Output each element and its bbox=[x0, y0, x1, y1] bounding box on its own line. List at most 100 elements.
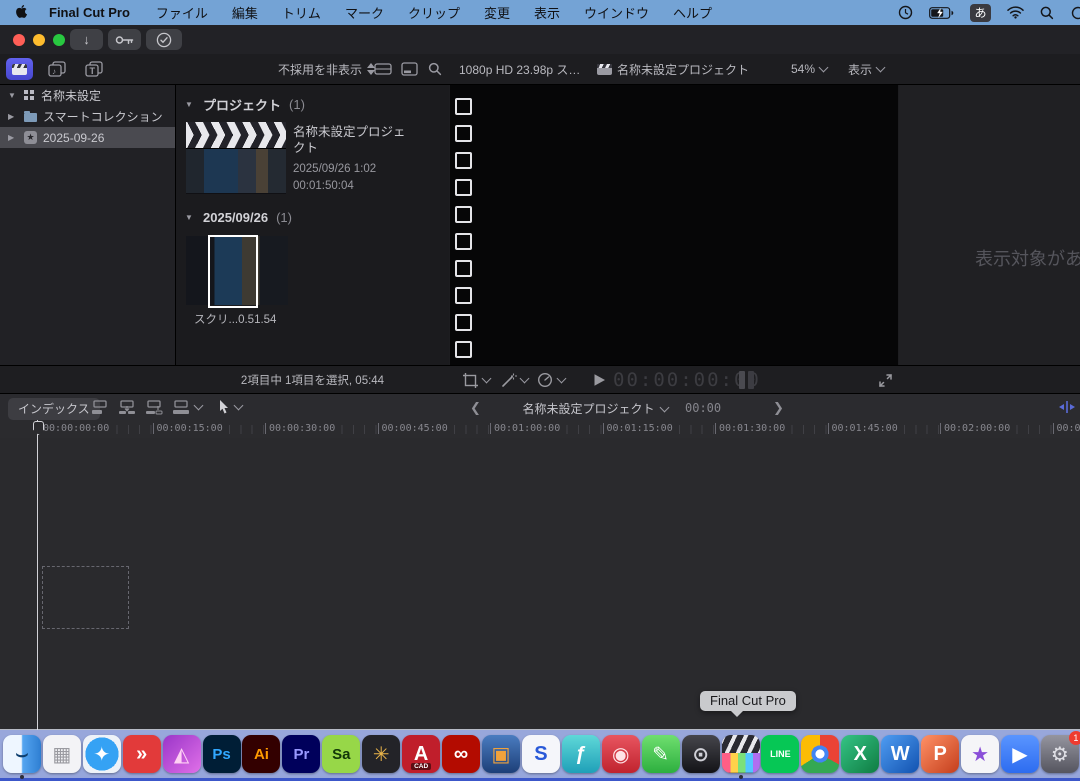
minimize-window-button[interactable] bbox=[33, 34, 45, 46]
input-method-badge[interactable]: あ bbox=[970, 4, 991, 22]
insert-edit-button[interactable] bbox=[117, 399, 137, 415]
dock-slot: ▦ bbox=[43, 732, 81, 776]
event-section-header[interactable]: ▼ 2025/09/26 (1) bbox=[185, 210, 292, 225]
keyword-editor-button[interactable] bbox=[108, 29, 141, 50]
project-name[interactable]: 名称未設定プロジェクト bbox=[293, 125, 411, 156]
disclosure-triangle[interactable]: ▶ bbox=[8, 112, 18, 121]
background-tasks-button[interactable] bbox=[146, 29, 182, 50]
viewer-format-info[interactable]: 1080p HD 23.98p ス… bbox=[459, 54, 580, 84]
zoom-window-button[interactable] bbox=[53, 34, 65, 46]
select-tool-popup[interactable] bbox=[218, 399, 242, 414]
menu-マーク[interactable]: マーク bbox=[345, 3, 384, 22]
clip-name: スクリ...0.51.54 bbox=[194, 311, 276, 327]
timeline-back-button[interactable]: ❮ bbox=[470, 400, 481, 416]
close-window-button[interactable] bbox=[13, 34, 25, 46]
dock-icon-final-cut-pro[interactable] bbox=[722, 735, 760, 773]
dock-icon-affinity-photo[interactable]: ◭ bbox=[163, 735, 201, 773]
show-libraries-sidebar-button[interactable] bbox=[6, 58, 33, 80]
timeline-history-popup[interactable]: 名称未設定プロジェクト bbox=[520, 400, 670, 417]
overwrite-edit-button[interactable] bbox=[171, 399, 202, 415]
dock-icon-premiere-pro[interactable]: Pr bbox=[282, 735, 320, 773]
menu-編集[interactable]: 編集 bbox=[232, 3, 258, 22]
menu-ウインドウ[interactable]: ウインドウ bbox=[584, 3, 649, 22]
dock-icon-finder[interactable]: ⌣ bbox=[3, 735, 41, 773]
dock-slot: Ps bbox=[203, 732, 241, 776]
menu-ヘルプ[interactable]: ヘルプ bbox=[673, 3, 712, 22]
fullscreen-button[interactable] bbox=[878, 366, 893, 394]
connect-edit-button[interactable] bbox=[90, 399, 110, 415]
clock-icon[interactable] bbox=[898, 5, 913, 20]
filter-hide-rejected-popup[interactable]: 不採用を非表示 bbox=[278, 54, 375, 84]
crop-tool-button[interactable] bbox=[462, 366, 490, 394]
dock-icon-excel[interactable]: X bbox=[841, 735, 879, 773]
menu-表示[interactable]: 表示 bbox=[534, 3, 560, 22]
dock-icon-pen-app[interactable]: ✎ bbox=[642, 735, 680, 773]
menu-トリム[interactable]: トリム bbox=[282, 3, 321, 22]
dock-icon-acrobat[interactable]: ∞ bbox=[442, 735, 480, 773]
dock-icon-davinci-resolve[interactable]: ✳ bbox=[362, 735, 400, 773]
show-photos-audio-sidebar-button[interactable]: ♪ bbox=[43, 58, 70, 80]
show-titles-generators-sidebar-button[interactable]: T bbox=[80, 58, 107, 80]
dock-icon-red-chevron-app[interactable]: » bbox=[123, 735, 161, 773]
dock-icon-final-draft[interactable]: ƒ bbox=[562, 735, 600, 773]
list-view-button[interactable] bbox=[401, 54, 418, 84]
dock-icon-autocad[interactable]: ACAD bbox=[402, 735, 440, 773]
clapperboard-icon bbox=[597, 64, 612, 75]
apple-menu-icon[interactable] bbox=[16, 5, 29, 20]
viewer-filmstrip[interactable] bbox=[450, 85, 898, 390]
dock-icon-external-drive[interactable]: ⊙ bbox=[682, 735, 720, 773]
dock-icon-system-settings[interactable]: ⚙1 bbox=[1041, 735, 1079, 773]
viewer-zoom-popup[interactable]: 54% bbox=[791, 54, 827, 84]
append-edit-button[interactable] bbox=[144, 399, 164, 415]
svg-text:♪: ♪ bbox=[52, 67, 56, 76]
play-button[interactable] bbox=[593, 366, 606, 394]
retime-button[interactable] bbox=[537, 366, 565, 394]
timeline-canvas[interactable] bbox=[0, 438, 1080, 730]
dock-icon-photoshop[interactable]: Ps bbox=[203, 735, 241, 773]
index-button[interactable]: インデックス bbox=[8, 398, 100, 420]
menu-変更[interactable]: 変更 bbox=[484, 3, 510, 22]
projects-section-header[interactable]: ▼ プロジェクト (1) bbox=[185, 95, 305, 114]
dock-slot: Ai bbox=[242, 732, 280, 776]
timeline-ruler[interactable]: 00:00:00:0000:00:15:0000:00:30:0000:00:4… bbox=[0, 420, 1080, 438]
enhancements-wand-button[interactable] bbox=[500, 366, 528, 394]
sidebar-item-名称未設定[interactable]: ▼名称未設定 bbox=[0, 85, 175, 106]
dock-icon-shapr3d[interactable]: S bbox=[522, 735, 560, 773]
disclosure-triangle[interactable]: ▼ bbox=[8, 91, 18, 100]
control-center-icon-partial[interactable] bbox=[1070, 6, 1080, 20]
spotlight-search-icon[interactable] bbox=[1040, 6, 1054, 20]
dock-icon-powerpoint[interactable]: P bbox=[921, 735, 959, 773]
sidebar-item-スマートコレクション[interactable]: ▶スマートコレクション bbox=[0, 106, 175, 127]
sidebar-item-2025-09-26[interactable]: ▶★2025-09-26 bbox=[0, 127, 175, 148]
clip-selection-range[interactable] bbox=[208, 235, 258, 308]
clip-thumbnail[interactable] bbox=[186, 236, 288, 305]
dock-slot: ◭ bbox=[163, 732, 201, 776]
playhead[interactable] bbox=[37, 420, 38, 730]
browser-search-button[interactable] bbox=[428, 54, 442, 84]
active-app-name[interactable]: Final Cut Pro bbox=[49, 5, 130, 20]
filmstrip-view-button[interactable] bbox=[374, 54, 392, 84]
project-thumbnail[interactable] bbox=[186, 122, 286, 194]
timeline-forward-button[interactable]: ❯ bbox=[773, 400, 784, 416]
dock-icon-illustrator[interactable]: Ai bbox=[242, 735, 280, 773]
project-duration: 00:01:50:04 bbox=[293, 179, 411, 193]
dock-icon-line[interactable]: LINE bbox=[761, 735, 799, 773]
wifi-icon[interactable] bbox=[1007, 6, 1024, 19]
dock-icon-camera-app[interactable]: ◉ bbox=[602, 735, 640, 773]
battery-icon[interactable] bbox=[929, 7, 954, 19]
disclosure-triangle[interactable]: ▶ bbox=[8, 133, 18, 142]
dock-icon-substance-sampler[interactable]: Sa bbox=[322, 735, 360, 773]
trim-feedback-icon[interactable] bbox=[1056, 400, 1078, 414]
menu-クリップ[interactable]: クリップ bbox=[408, 3, 460, 22]
dock-icon-imovie[interactable]: ★ bbox=[961, 735, 999, 773]
dock-icon-chrome[interactable] bbox=[801, 735, 839, 773]
dock-icon-word[interactable]: W bbox=[881, 735, 919, 773]
dock-icon-zoom[interactable]: ▶ bbox=[1001, 735, 1039, 773]
audio-meters[interactable] bbox=[736, 366, 754, 394]
menu-ファイル[interactable]: ファイル bbox=[156, 3, 208, 22]
import-media-button[interactable]: ↓ bbox=[70, 29, 103, 50]
dock-icon-launchpad[interactable]: ▦ bbox=[43, 735, 81, 773]
viewer-view-popup[interactable]: 表示 bbox=[848, 54, 884, 84]
dock-icon-3d-printer-app[interactable]: ▣ bbox=[482, 735, 520, 773]
dock-icon-safari[interactable]: ✦ bbox=[83, 735, 121, 773]
